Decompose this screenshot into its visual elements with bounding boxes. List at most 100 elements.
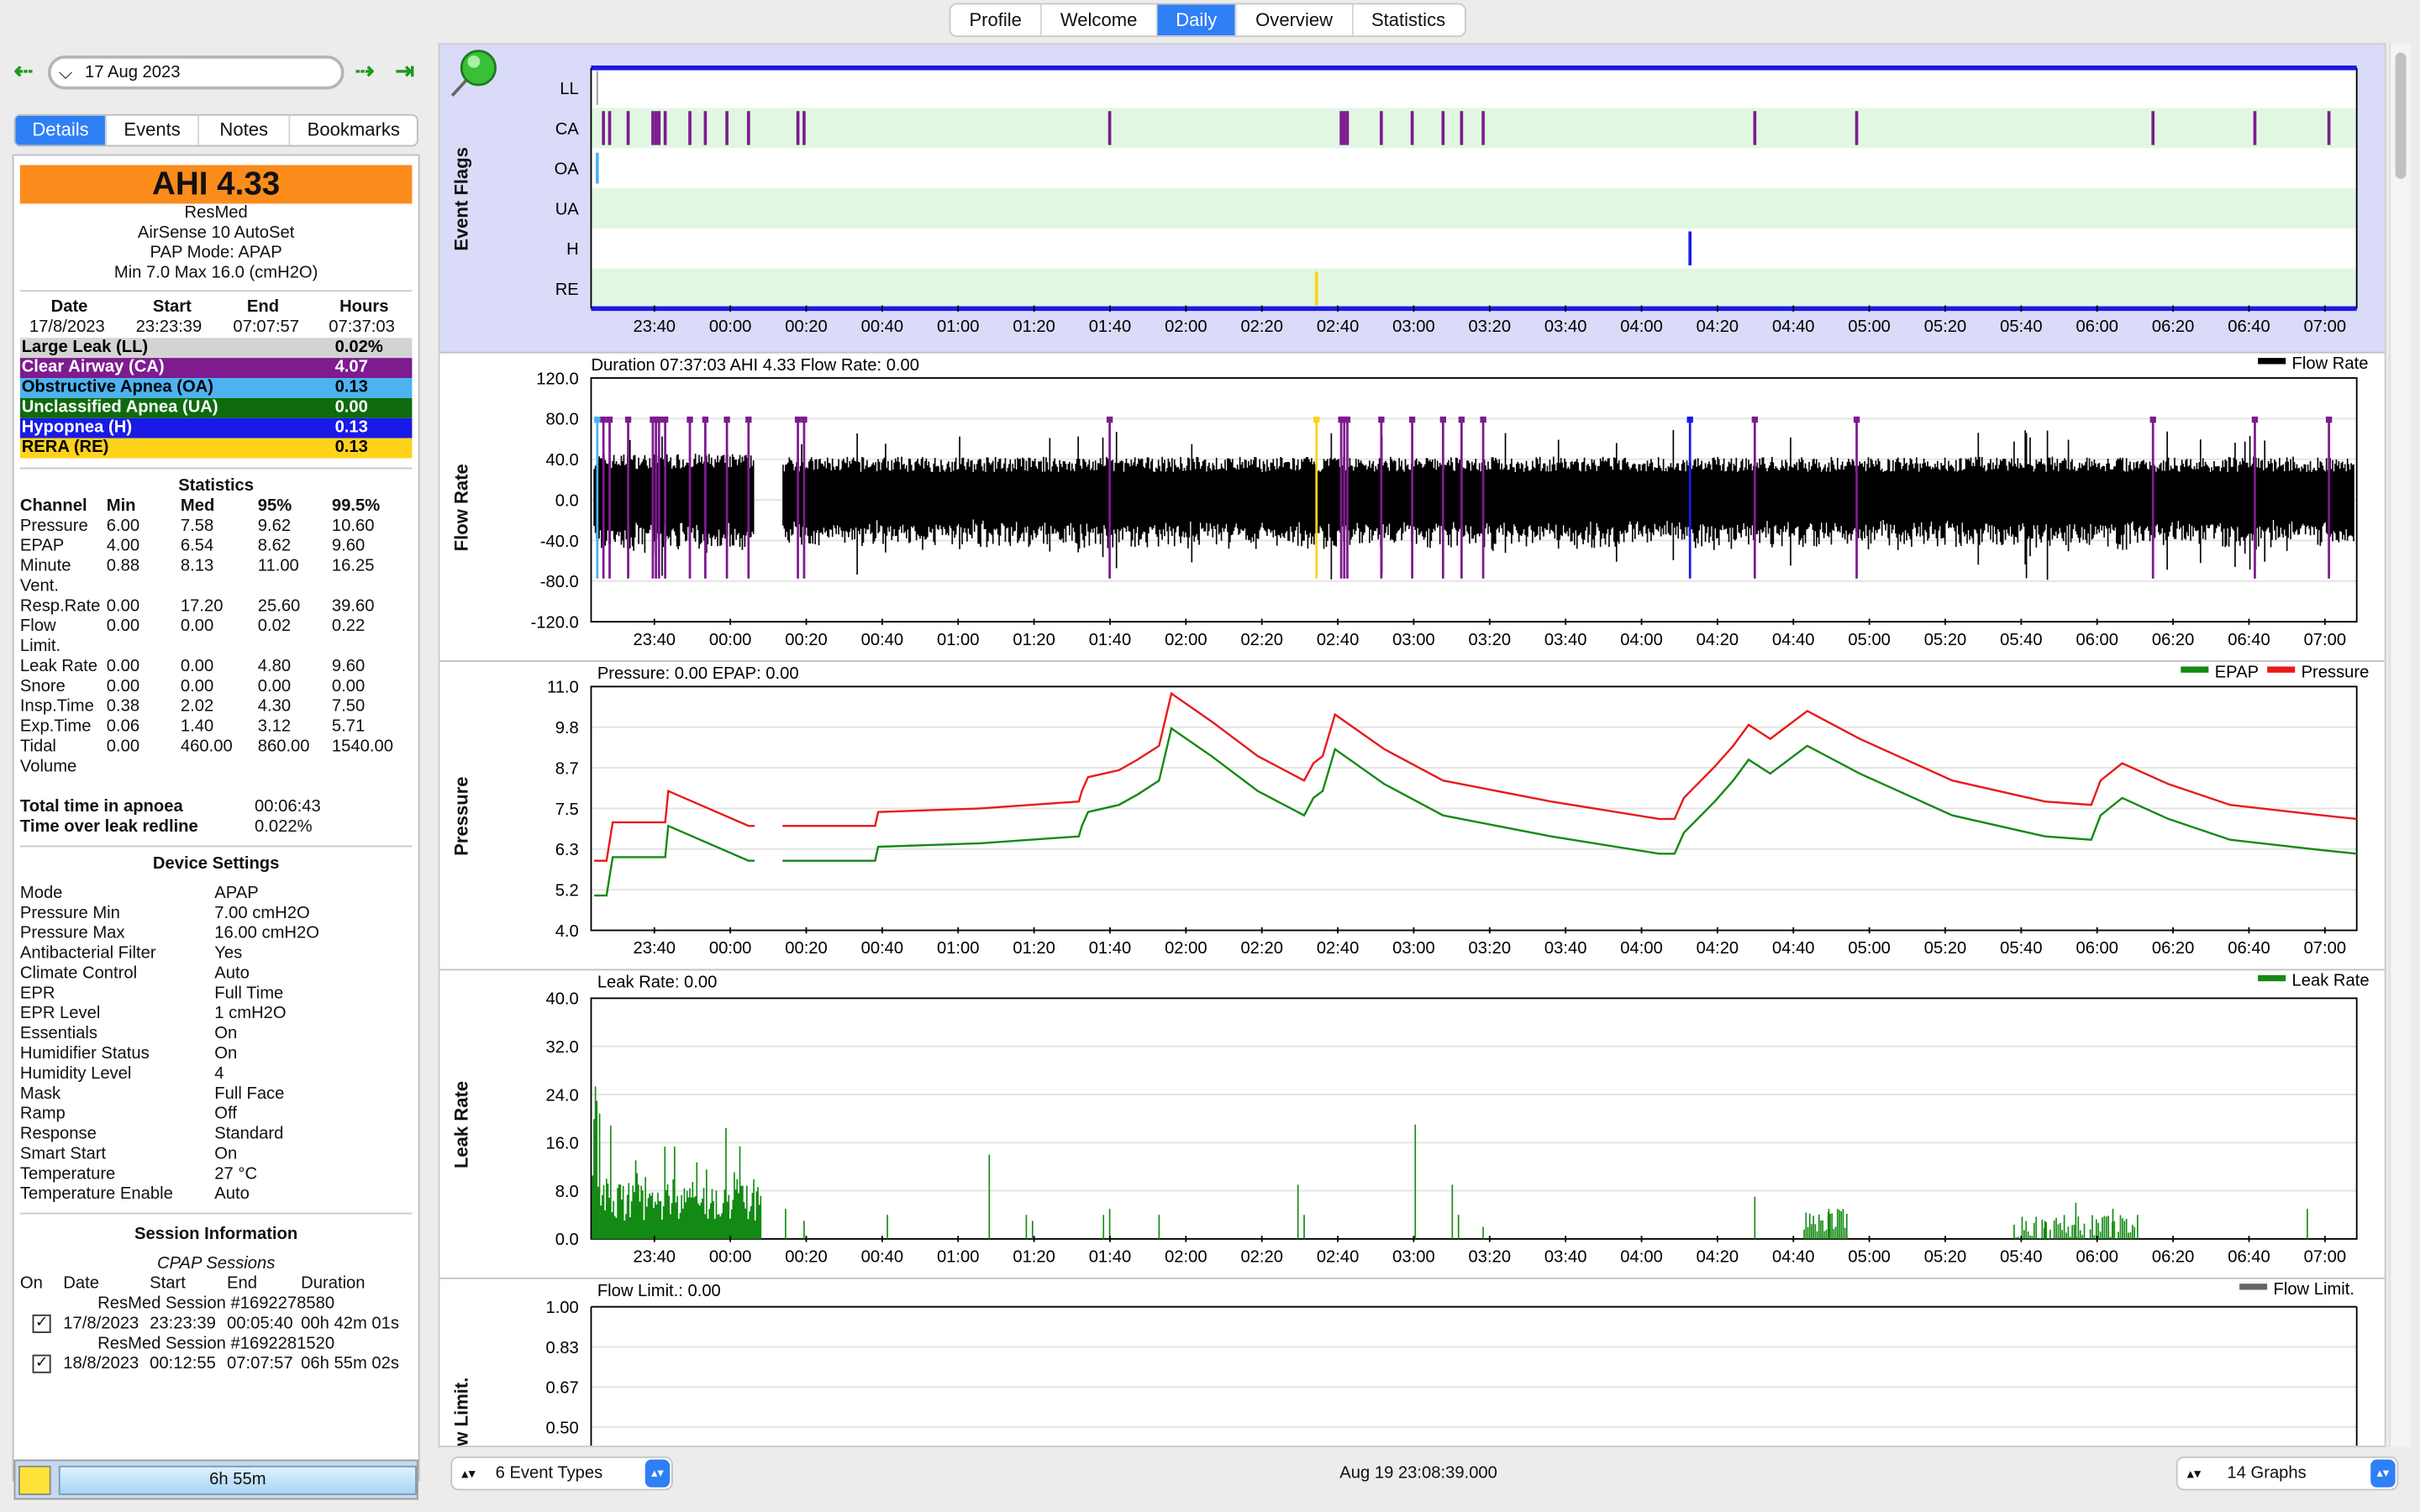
dropdown-stepper-icon[interactable]: ▴▾ <box>2370 1459 2396 1488</box>
time-tick-label: 06:20 <box>2152 1247 2195 1266</box>
time-tick-label: 04:20 <box>1697 1247 1739 1266</box>
time-tick-label: 06:40 <box>2228 318 2270 336</box>
flow-limit-canvas[interactable]: Flow Limit.: 0.00 Flow Limit. 1.00 0.83 0.67… <box>439 1279 2386 1447</box>
time-tick-label: 05:20 <box>1924 1247 1967 1266</box>
y-tick-label: 80.0 <box>545 411 578 429</box>
sessions-header: On Date Start End Duration <box>19 1274 366 1294</box>
time-tick-label: 00:40 <box>861 631 904 649</box>
time-tick-label: 00:00 <box>709 939 752 958</box>
tab-daily[interactable]: Daily <box>1157 4 1238 36</box>
event-index-label: Clear Airway (CA) <box>21 358 165 377</box>
event-marker-cap <box>1439 416 1447 423</box>
machine-brand: ResMed <box>184 203 248 223</box>
time-tick-label: 03:20 <box>1469 939 1512 958</box>
event-marker-cap <box>2149 416 2156 423</box>
event-marker-cap <box>606 416 613 423</box>
scrollbar-thumb[interactable] <box>2395 52 2407 180</box>
event-index-list: Large Leak (LL) 0.02% Clear Airway (CA) 4.0… <box>14 338 418 459</box>
time-tick-label: 01:20 <box>1013 939 1055 958</box>
time-tick-label: 02:20 <box>1240 939 1283 958</box>
device-setting-row: Response Standard <box>19 1124 284 1144</box>
y-tick-label: 5.2 <box>555 882 579 900</box>
event-marker-cap <box>1313 416 1320 423</box>
time-tick-label: 00:20 <box>785 318 828 336</box>
tab-welcome[interactable]: Welcome <box>1042 4 1158 36</box>
time-tick-label: 01:20 <box>1013 1247 1055 1266</box>
time-tick-label: 03:40 <box>1544 939 1587 958</box>
flow-rate-canvas[interactable]: Duration 07:37:03 AHI 4.33 Flow Rate: 0.… <box>439 354 2386 662</box>
time-tick-label: 02:20 <box>1240 318 1283 336</box>
session-checkbox[interactable]: ✓ <box>32 1354 51 1373</box>
tab-statistics[interactable]: Statistics <box>1353 5 1464 36</box>
event-marker-cap <box>702 416 709 423</box>
tab-overview[interactable]: Overview <box>1237 4 1353 36</box>
flag-row-label: CA <box>555 120 580 139</box>
graph-header: Duration 07:37:03 AHI 4.33 Flow Rate: 0.… <box>591 356 919 375</box>
statistics-row: Tidal 0.00 460.00 860.00 1540.00 <box>19 737 393 756</box>
tab-profile[interactable]: Profile <box>950 4 1042 36</box>
device-setting-row: Ramp Off <box>19 1105 237 1124</box>
arrow-left-icon[interactable]: ⇠ <box>14 60 34 84</box>
tab-details[interactable]: Details <box>15 115 108 145</box>
pressure-range: Min 7.0 Max 16.0 (cmH2O) <box>113 264 318 283</box>
chevron-down-icon[interactable]: ⌵ <box>59 59 73 87</box>
device-setting-row: Pressure Min 7.00 cmH2O <box>19 904 310 923</box>
time-tick-label: 00:40 <box>861 1247 904 1266</box>
main-tab-bar: Profile Welcome Daily Overview Statistics <box>949 3 1466 38</box>
session-checkbox[interactable]: ✓ <box>32 1314 51 1333</box>
time-tick-label: 06:00 <box>2075 631 2118 649</box>
legend-swatch <box>2267 666 2296 673</box>
time-tick-label: 00:00 <box>709 318 752 336</box>
device-setting-row: Essentials On <box>19 1024 238 1043</box>
y-tick-label: 0.67 <box>545 1379 578 1398</box>
pin-icon[interactable] <box>439 45 501 106</box>
flag-row-band <box>591 108 2357 149</box>
date-picker[interactable]: ⌵ 17 Aug 2023 <box>47 55 345 90</box>
session-time-values: 17/8/2023 23:23:39 07:07:57 07:37:03 <box>29 318 395 337</box>
time-tick-label: 01:00 <box>937 631 980 649</box>
time-tick-label: 05:20 <box>1924 318 1967 336</box>
time-tick-label: 04:40 <box>1772 1247 1815 1266</box>
event-types-dropdown[interactable]: ▴▾ 6 Event Types ▴▾ <box>450 1456 673 1491</box>
statistics-row: Insp.Time 0.38 2.02 4.30 7.50 <box>19 697 366 717</box>
event-flags-canvas[interactable]: LL CA OA UA H RE 23:40 00:00 00:20 00:40 01:00 01:2… <box>439 45 2386 353</box>
event-index-value: 0.13 <box>334 417 368 437</box>
device-setting-row: Humidity Level 4 <box>19 1064 224 1084</box>
jump-to-end-icon[interactable]: ⇥ <box>395 60 414 84</box>
y-tick-label: 0.0 <box>555 491 579 510</box>
time-tick-label: 04:00 <box>1620 939 1663 958</box>
time-tick-label: 02:40 <box>1317 939 1360 958</box>
tab-notes[interactable]: Notes <box>199 115 291 145</box>
pressure-canvas[interactable]: Pressure: 0.00 EPAP: 0.00 Pressure EPAP 11.… <box>439 662 2386 970</box>
device-setting-row: Mode APAP <box>19 884 259 903</box>
color-swatch[interactable] <box>18 1465 51 1495</box>
time-tick-label: 03:40 <box>1544 318 1587 336</box>
statistics-row: Exp.Time 0.06 1.40 3.12 5.71 <box>19 717 366 737</box>
machine-model: AirSense 10 AutoSet <box>137 223 295 243</box>
y-tick-label: 40.0 <box>545 990 578 1009</box>
leak-rate-canvas[interactable]: Leak Rate: 0.00 Leak Rate 40.0 32.0 24.0 16.0… <box>439 970 2386 1278</box>
time-tick-label: 05:20 <box>1924 631 1967 649</box>
y-tick-label: 11.0 <box>547 679 579 697</box>
device-setting-row: Mask Full Face <box>19 1084 285 1104</box>
time-tick-label: 05:00 <box>1848 318 1891 336</box>
time-tick-label: 06:00 <box>2075 939 2118 958</box>
device-setting-row: Antibacterial Filter Yes <box>19 944 243 963</box>
tab-events[interactable]: Events <box>107 115 199 145</box>
tab-bookmarks[interactable]: Bookmarks <box>291 116 417 145</box>
time-tick-label: 02:00 <box>1165 1247 1207 1266</box>
event-index-row: Clear Airway (CA) 4.07 <box>19 358 413 378</box>
time-tick-label: 07:00 <box>2304 939 2347 958</box>
time-tick-label: 23:40 <box>634 939 676 958</box>
time-tick-label: 03:00 <box>1392 631 1435 649</box>
dropdown-stepper-icon[interactable]: ▴▾ <box>644 1459 671 1488</box>
device-setting-row: Climate Control Auto <box>19 963 250 983</box>
graphs-dropdown[interactable]: ▴▾ 14 Graphs ▴▾ <box>2175 1456 2399 1491</box>
time-tick-label: 07:00 <box>2304 1247 2347 1266</box>
graph-scrollbar[interactable] <box>2389 43 2411 1447</box>
up-down-arrow-icon: ▴▾ <box>461 1465 476 1482</box>
event-index-label: Large Leak (LL) <box>21 338 149 357</box>
time-tick-label: 05:00 <box>1848 631 1891 649</box>
arrow-right-icon[interactable]: ⇢ <box>355 60 374 84</box>
legend-swatch <box>2258 974 2286 982</box>
